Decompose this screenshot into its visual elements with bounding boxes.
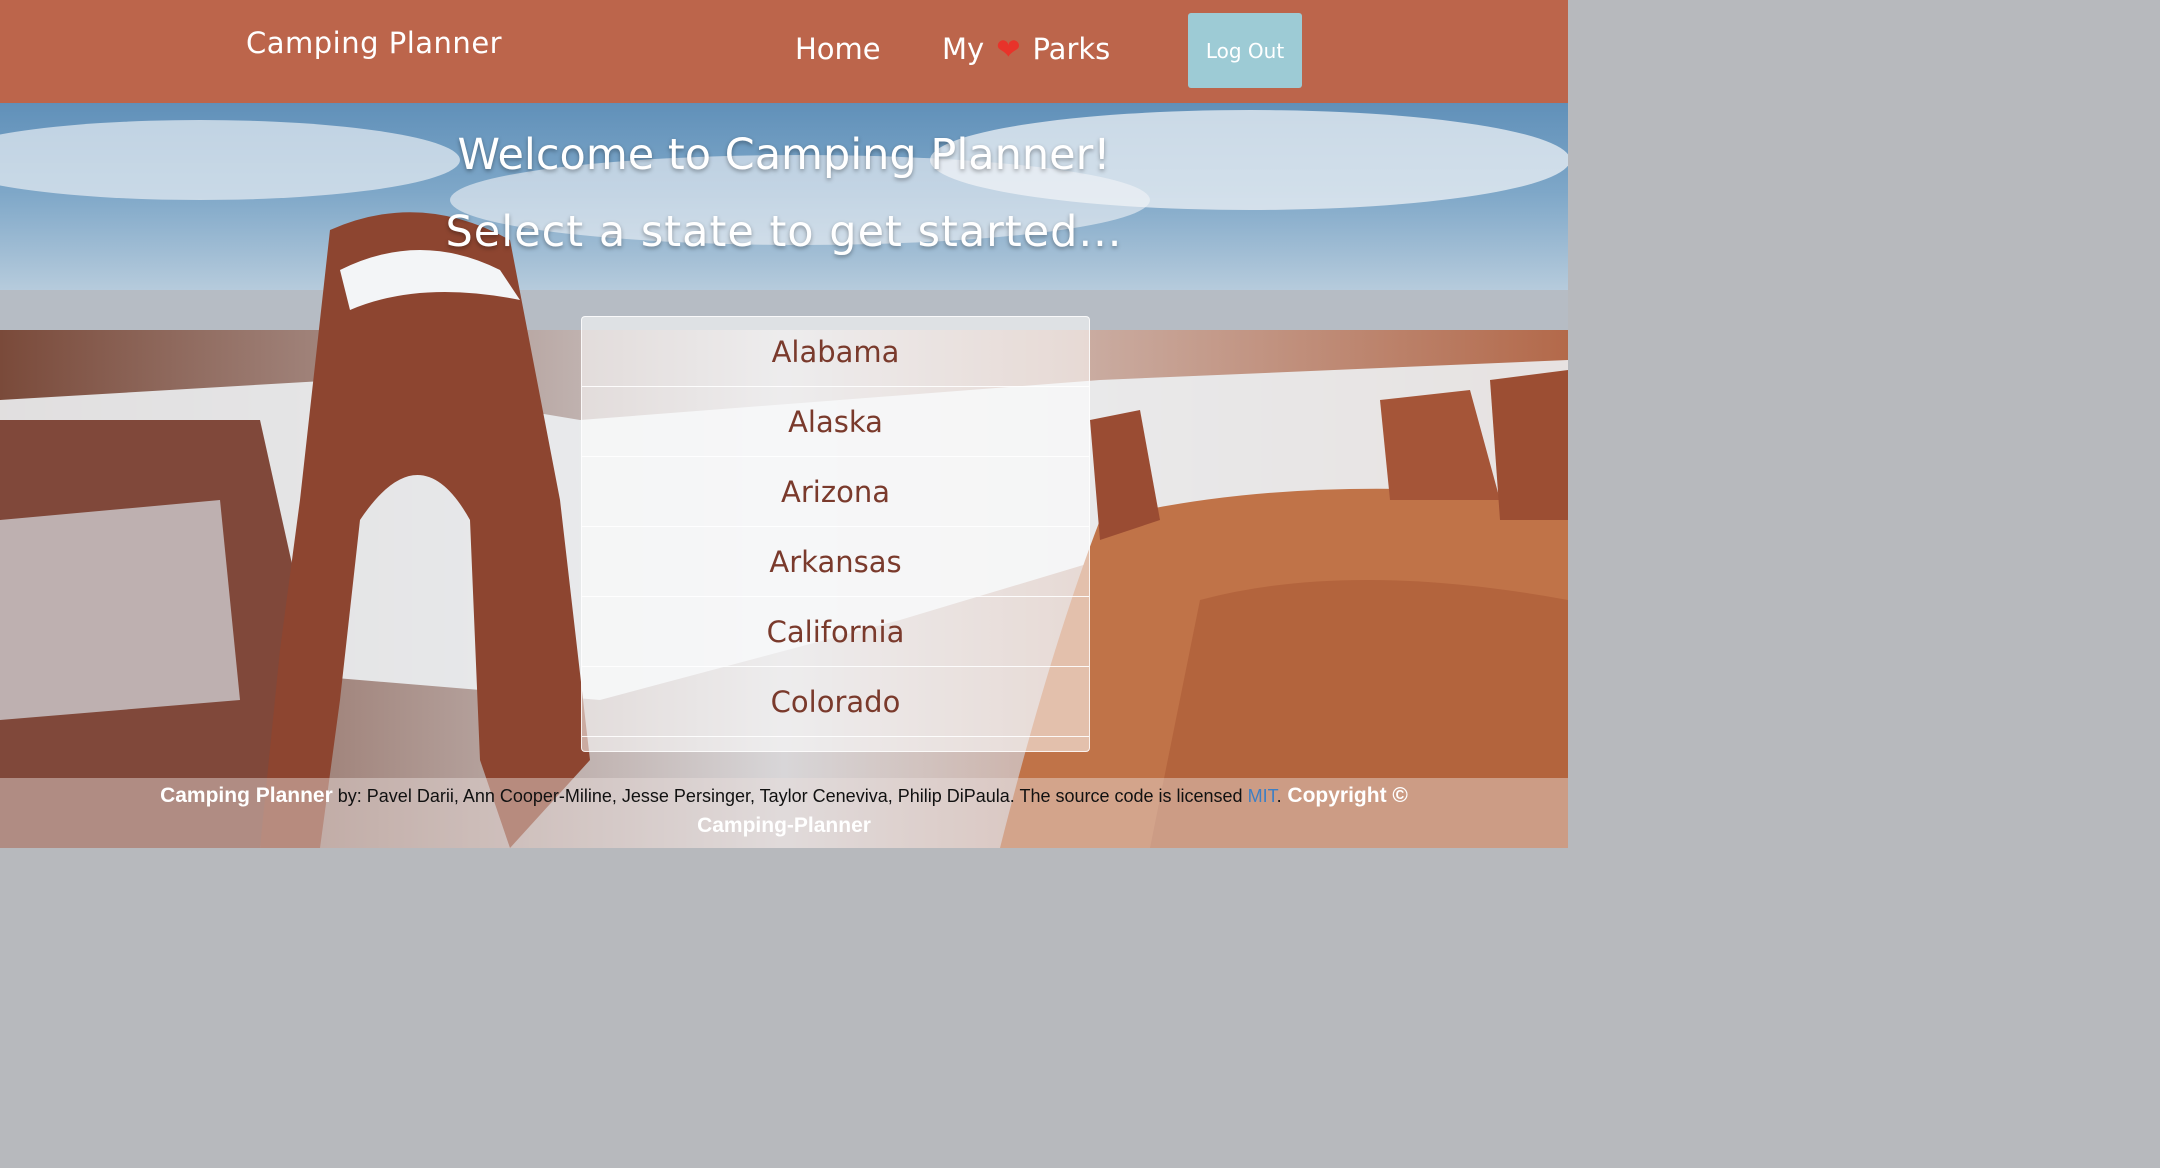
state-item-alaska[interactable]: Alaska xyxy=(582,387,1089,457)
state-list: Alabama Alaska Arizona Arkansas Californ… xyxy=(581,316,1090,752)
footer-brand: Camping Planner xyxy=(160,784,333,807)
footer: Camping Planner by: Pavel Darii, Ann Coo… xyxy=(0,778,1568,848)
footer-credits: by: Pavel Darii, Ann Cooper-Miline, Jess… xyxy=(332,786,1248,806)
state-item-arizona[interactable]: Arizona xyxy=(582,457,1089,527)
mit-license-link[interactable]: MIT xyxy=(1248,786,1277,806)
brand-link[interactable]: Camping Planner xyxy=(246,26,502,60)
state-item-california[interactable]: California xyxy=(582,597,1089,667)
select-state-heading: Select a state to get started... xyxy=(445,207,1123,257)
state-item-colorado[interactable]: Colorado xyxy=(582,667,1089,737)
nav-my-parks-link[interactable]: My ❤ Parks xyxy=(942,32,1110,66)
heart-icon: ❤ xyxy=(996,32,1021,66)
nav-my-label: My xyxy=(942,32,985,66)
state-item-alabama[interactable]: Alabama xyxy=(582,317,1089,387)
navbar: Camping Planner Home My ❤ Parks Log Out xyxy=(0,0,1568,103)
nav-home-link[interactable]: Home xyxy=(795,32,881,66)
logout-button[interactable]: Log Out xyxy=(1188,13,1302,88)
welcome-heading: Welcome to Camping Planner! xyxy=(457,130,1111,180)
state-item-arkansas[interactable]: Arkansas xyxy=(582,527,1089,597)
nav-parks-label: Parks xyxy=(1032,32,1111,66)
